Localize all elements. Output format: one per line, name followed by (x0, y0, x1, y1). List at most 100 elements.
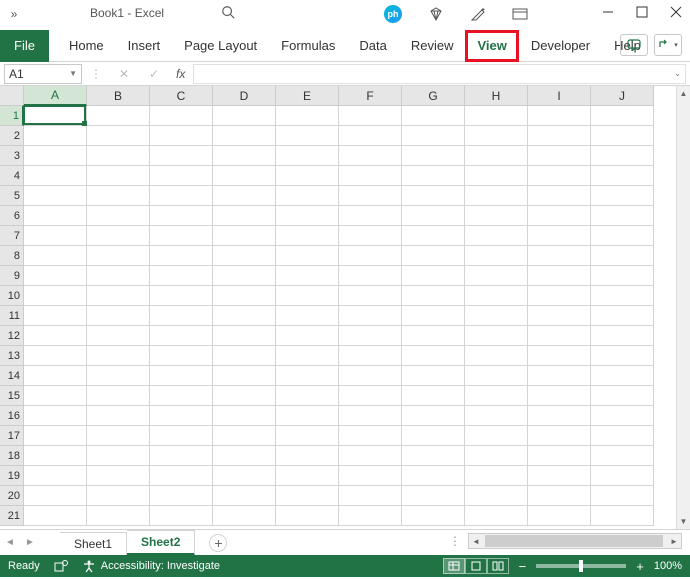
cell[interactable] (465, 126, 528, 146)
cell[interactable] (276, 106, 339, 126)
cell[interactable] (402, 246, 465, 266)
cell[interactable] (87, 346, 150, 366)
cell[interactable] (339, 106, 402, 126)
cell[interactable] (591, 166, 654, 186)
scroll-up-icon[interactable]: ▲ (680, 86, 688, 101)
cell[interactable] (402, 426, 465, 446)
cell[interactable] (150, 226, 213, 246)
cell[interactable] (339, 246, 402, 266)
cell[interactable] (213, 126, 276, 146)
cell[interactable] (339, 206, 402, 226)
cell[interactable] (402, 466, 465, 486)
sheet-tab-sheet1[interactable]: Sheet1 (60, 532, 127, 556)
cell[interactable] (339, 146, 402, 166)
sheet-nav-prev[interactable]: ◄ (0, 530, 20, 556)
cell[interactable] (465, 446, 528, 466)
cell[interactable] (339, 466, 402, 486)
row-header[interactable]: 5 (0, 186, 24, 206)
cell[interactable] (276, 486, 339, 506)
cell[interactable] (465, 346, 528, 366)
diamond-icon[interactable] (428, 6, 444, 22)
cell[interactable] (276, 226, 339, 246)
cell[interactable] (528, 406, 591, 426)
cell[interactable] (24, 146, 87, 166)
split-handle[interactable]: ⋮ (449, 534, 462, 548)
cell[interactable] (465, 366, 528, 386)
cell[interactable] (87, 426, 150, 446)
cell[interactable] (402, 386, 465, 406)
cell[interactable] (276, 366, 339, 386)
cell[interactable] (24, 446, 87, 466)
cell[interactable] (24, 426, 87, 446)
cell[interactable] (213, 106, 276, 126)
cell[interactable] (150, 126, 213, 146)
cell[interactable] (402, 106, 465, 126)
row-header[interactable]: 3 (0, 146, 24, 166)
column-header[interactable]: D (213, 86, 276, 106)
cell[interactable] (402, 306, 465, 326)
cell[interactable] (402, 486, 465, 506)
row-header[interactable]: 11 (0, 306, 24, 326)
row-header[interactable]: 13 (0, 346, 24, 366)
column-header[interactable]: F (339, 86, 402, 106)
formula-bar-expand-icon[interactable]: ⌄ (674, 69, 681, 78)
cell[interactable] (339, 126, 402, 146)
cell[interactable] (465, 106, 528, 126)
column-header[interactable]: B (87, 86, 150, 106)
tab-file[interactable]: File (0, 30, 49, 62)
maximize-icon[interactable] (634, 4, 650, 20)
cell[interactable] (213, 506, 276, 526)
cell[interactable] (591, 186, 654, 206)
tab-home[interactable]: Home (57, 30, 116, 62)
column-header[interactable]: A (24, 86, 87, 106)
row-header[interactable]: 17 (0, 426, 24, 446)
row-header[interactable]: 14 (0, 366, 24, 386)
scroll-right-icon[interactable]: ► (667, 537, 681, 546)
cells-area[interactable] (24, 106, 676, 529)
row-header[interactable]: 6 (0, 206, 24, 226)
cell[interactable] (528, 346, 591, 366)
cell[interactable] (528, 506, 591, 526)
cell[interactable] (339, 406, 402, 426)
cell[interactable] (87, 226, 150, 246)
cell[interactable] (213, 426, 276, 446)
cell[interactable] (150, 346, 213, 366)
comments-button[interactable] (620, 34, 648, 56)
view-normal-icon[interactable] (443, 558, 465, 574)
cell[interactable] (24, 326, 87, 346)
cell[interactable] (276, 246, 339, 266)
search-icon[interactable] (220, 4, 236, 20)
cell[interactable] (591, 326, 654, 346)
cell[interactable] (213, 446, 276, 466)
cell[interactable] (402, 326, 465, 346)
cell[interactable] (591, 466, 654, 486)
cell[interactable] (465, 186, 528, 206)
cell[interactable] (87, 146, 150, 166)
pen-sparkle-icon[interactable] (470, 6, 486, 22)
tab-formulas[interactable]: Formulas (269, 30, 347, 62)
row-header[interactable]: 16 (0, 406, 24, 426)
cell[interactable] (276, 306, 339, 326)
cell[interactable] (24, 126, 87, 146)
cell[interactable] (465, 426, 528, 446)
cell[interactable] (213, 326, 276, 346)
cell[interactable] (150, 466, 213, 486)
cell[interactable] (528, 286, 591, 306)
row-header[interactable]: 2 (0, 126, 24, 146)
cell[interactable] (276, 266, 339, 286)
cell[interactable] (150, 146, 213, 166)
cancel-formula-icon[interactable]: ✕ (116, 66, 132, 82)
cell[interactable] (150, 406, 213, 426)
cell[interactable] (276, 446, 339, 466)
cell[interactable] (87, 206, 150, 226)
column-header[interactable]: J (591, 86, 654, 106)
insert-function-button[interactable]: fx (176, 67, 185, 81)
formula-bar[interactable]: ⌄ (193, 64, 686, 84)
cell[interactable] (87, 406, 150, 426)
cell[interactable] (24, 166, 87, 186)
enter-formula-icon[interactable]: ✓ (146, 66, 162, 82)
account-badge[interactable]: ph (384, 5, 402, 23)
new-sheet-button[interactable]: + (209, 534, 227, 552)
name-box[interactable]: A1 ▼ (4, 64, 82, 84)
row-header[interactable]: 19 (0, 466, 24, 486)
